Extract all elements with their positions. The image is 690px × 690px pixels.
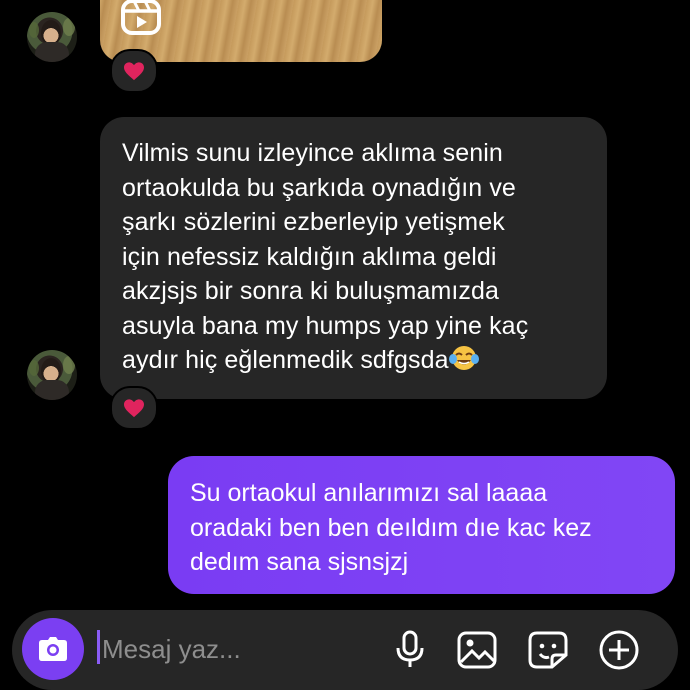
voice-message-button[interactable] — [388, 628, 432, 672]
heart-icon — [124, 399, 144, 418]
camera-button[interactable] — [22, 618, 84, 680]
gallery-icon — [457, 631, 497, 669]
more-options-button[interactable] — [597, 628, 641, 672]
text-cursor — [97, 630, 100, 664]
incoming-message-text: Vilmis sunu izleyince aklıma senin ortao… — [122, 139, 529, 374]
reaction-heart[interactable] — [110, 49, 158, 93]
sticker-icon — [528, 631, 568, 669]
plus-circle-icon — [599, 630, 639, 670]
camera-icon — [39, 637, 67, 661]
reaction-heart[interactable] — [110, 386, 158, 430]
tears-of-joy-emoji-icon — [448, 346, 479, 370]
sender-avatar[interactable] — [27, 350, 77, 400]
outgoing-message-bubble[interactable]: Su ortaokul anılarımızı sal laaaa oradak… — [168, 456, 675, 594]
sticker-button[interactable] — [526, 628, 570, 672]
sender-avatar[interactable] — [27, 12, 77, 62]
microphone-icon — [396, 630, 424, 667]
heart-icon — [124, 62, 144, 81]
reel-icon — [121, 0, 161, 35]
outgoing-message-text: Su ortaokul anılarımızı sal laaaa oradak… — [190, 479, 592, 576]
message-input[interactable]: Mesaj yaz... — [102, 634, 241, 665]
incoming-message-bubble[interactable]: Vilmis sunu izleyince aklıma senin ortao… — [100, 117, 607, 399]
gallery-button[interactable] — [455, 628, 499, 672]
